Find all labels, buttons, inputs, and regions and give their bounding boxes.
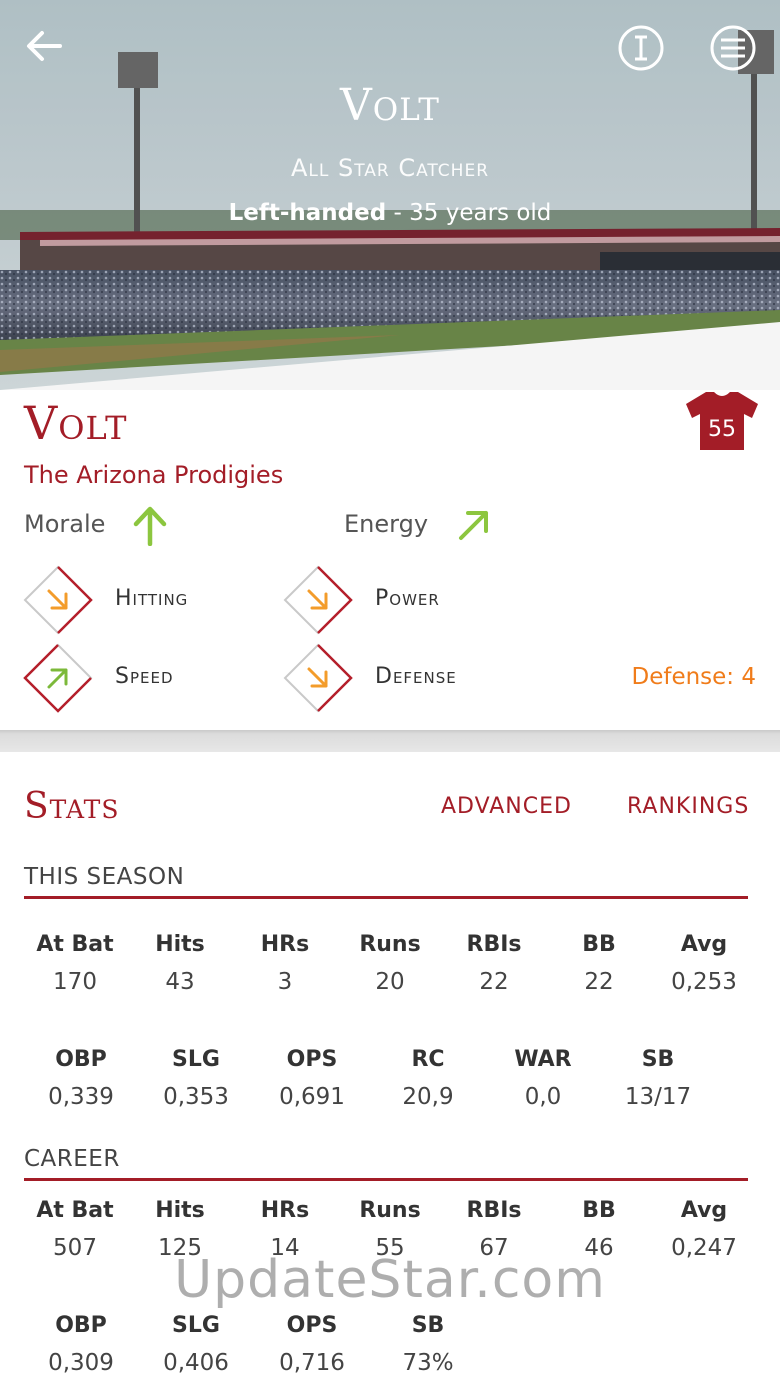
stat-cell: SB 13/17 bbox=[588, 1047, 728, 1110]
arrow-left-icon bbox=[27, 31, 62, 61]
jersey-number: 55 bbox=[708, 417, 736, 442]
hero-banner: Volt All Star Catcher Left-handed - 35 y… bbox=[0, 0, 780, 390]
morale-label: Morale bbox=[24, 510, 106, 538]
advanced-tab[interactable]: ADVANCED bbox=[441, 794, 572, 819]
hero-player-role: All Star Catcher bbox=[290, 154, 490, 182]
career-header: CAREER bbox=[24, 1146, 748, 1181]
jersey-icon: 55 bbox=[686, 392, 758, 450]
skill-label: Speed bbox=[115, 664, 174, 689]
rankings-tab[interactable]: RANKINGS bbox=[627, 794, 749, 819]
hamburger-menu-icon bbox=[710, 25, 756, 71]
stat-label: SB bbox=[641, 1047, 675, 1072]
arrow-down-right-icon bbox=[283, 565, 353, 635]
info-icon bbox=[618, 25, 664, 71]
defense-value: Defense: 4 bbox=[631, 664, 756, 690]
age: - 35 years old bbox=[386, 200, 552, 226]
stat-cell: Avg 0,253 bbox=[634, 932, 774, 995]
skill-label: Power bbox=[375, 586, 440, 611]
stat-value: 0,253 bbox=[671, 969, 737, 995]
watermark: UpdateStar.com bbox=[174, 1250, 606, 1310]
skill-defense: Defense bbox=[282, 642, 582, 714]
stat-value: 13/17 bbox=[624, 1084, 692, 1110]
team-name: The Arizona Prodigies bbox=[24, 461, 284, 489]
hero-player-info: Left-handed - 35 years old bbox=[0, 200, 780, 226]
skill-hitting: Hitting bbox=[22, 564, 322, 636]
arrow-down-right-icon bbox=[283, 643, 353, 713]
stat-cell: SB 73% bbox=[358, 1313, 498, 1376]
stats-title: Stats bbox=[24, 786, 120, 827]
stat-label: Avg bbox=[680, 932, 728, 957]
player-name: Volt bbox=[24, 396, 128, 450]
arrow-up-icon bbox=[133, 506, 167, 546]
skill-label: Hitting bbox=[115, 586, 189, 611]
stat-label: SB bbox=[411, 1313, 445, 1338]
arrow-down-right-icon bbox=[23, 565, 93, 635]
skill-speed: Speed bbox=[22, 642, 322, 714]
arrow-up-right-icon bbox=[459, 511, 488, 540]
handedness: Left-handed bbox=[228, 200, 387, 226]
skill-label: Defense bbox=[375, 664, 457, 689]
stat-label: Avg bbox=[680, 1198, 728, 1223]
back-button[interactable] bbox=[24, 26, 64, 66]
hero-player-name: Volt bbox=[340, 80, 440, 131]
stat-value: 73% bbox=[402, 1350, 454, 1376]
section-divider bbox=[0, 730, 780, 752]
this-season-header: THIS SEASON bbox=[24, 864, 748, 899]
info-button[interactable] bbox=[617, 24, 665, 72]
menu-button[interactable] bbox=[709, 24, 757, 72]
skill-power: Power bbox=[282, 564, 582, 636]
energy-label: Energy bbox=[344, 510, 429, 538]
arrow-up-right-icon bbox=[23, 643, 93, 713]
